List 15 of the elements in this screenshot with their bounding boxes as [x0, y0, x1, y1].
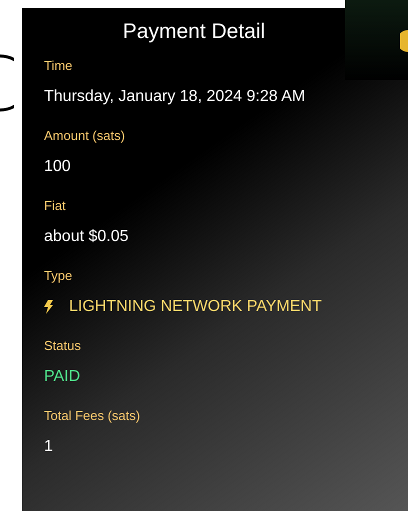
field-label: Type — [44, 268, 72, 283]
field-value: PAID — [44, 368, 80, 386]
field-label: Time — [44, 58, 72, 73]
field-label: Amount (sats) — [44, 128, 125, 143]
field-value: Thursday, January 18, 2024 9:28 AM — [44, 88, 306, 106]
field-value: 1 — [44, 438, 53, 456]
field-value: LIGHTNING NETWORK PAYMENT — [69, 298, 322, 316]
circle-outline-icon — [0, 54, 14, 112]
field-label: Total Fees (sats) — [44, 408, 140, 423]
field-label: Status — [44, 338, 81, 353]
field-value: 100 — [44, 158, 71, 176]
page-title: Payment Detail — [122, 19, 266, 44]
field-label: Fiat — [44, 198, 66, 213]
lightning-bolt-icon — [44, 300, 53, 314]
field-value: about $0.05 — [44, 228, 129, 246]
